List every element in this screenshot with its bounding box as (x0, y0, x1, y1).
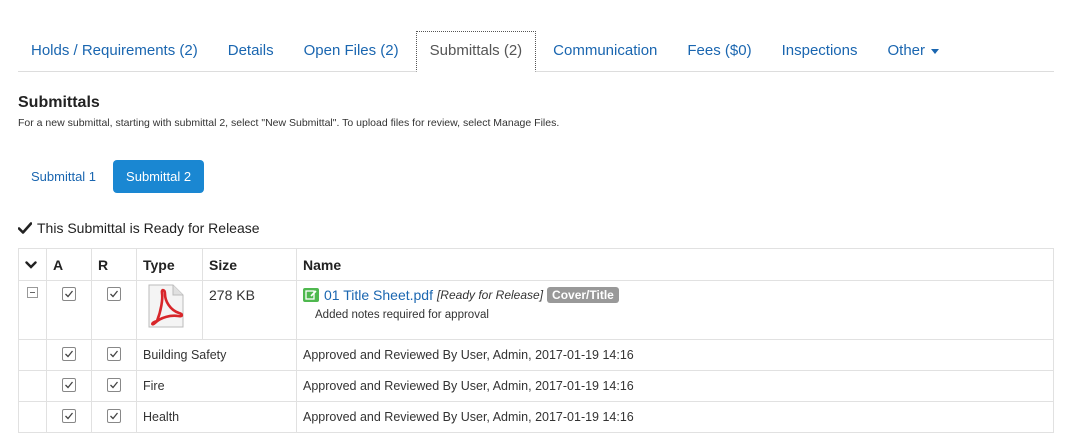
tab-fees[interactable]: Fees ($0) (674, 31, 764, 71)
check-icon (65, 412, 74, 419)
submittal-tabs: Submittal 1 Submittal 2 (18, 160, 208, 193)
review-checkbox[interactable] (107, 377, 121, 392)
chevron-down-icon (25, 260, 37, 269)
tab-communication[interactable]: Communication (540, 31, 670, 71)
collapse-cell (18, 280, 47, 340)
column-header-r: R (91, 248, 137, 281)
r-cell (91, 401, 137, 433)
a-cell (46, 280, 92, 340)
file-name-link[interactable]: 01 Title Sheet.pdf (324, 287, 433, 303)
r-cell (91, 339, 137, 371)
ready-message: This Submittal is Ready for Release (37, 220, 260, 236)
column-header-name: Name (296, 248, 1054, 281)
empty-cell (18, 401, 47, 433)
column-header-type: Type (136, 248, 203, 281)
check-icon (110, 350, 119, 357)
a-cell (46, 401, 92, 433)
review-result-cell: Approved and Reviewed By User, Admin, 20… (296, 370, 1054, 402)
review-row: Health Approved and Reviewed By User, Ad… (18, 401, 1054, 433)
check-icon (65, 381, 74, 388)
file-name-line: 01 Title Sheet.pdf [Ready for Release] C… (303, 287, 1047, 303)
review-row: Building Safety Approved and Reviewed By… (18, 339, 1054, 371)
tab-inspections[interactable]: Inspections (769, 31, 871, 71)
checkmark-icon (18, 222, 32, 234)
file-status: [Ready for Release] (436, 288, 544, 302)
approve-checkbox[interactable] (62, 377, 76, 392)
caret-down-icon (931, 48, 939, 54)
department-cell: Building Safety (136, 339, 297, 371)
review-checkbox[interactable] (107, 346, 121, 361)
tab-open-files[interactable]: Open Files (2) (291, 31, 412, 71)
check-icon (110, 412, 119, 419)
check-icon (65, 290, 74, 298)
tab-details[interactable]: Details (215, 31, 287, 71)
review-checkbox[interactable] (107, 287, 121, 301)
a-cell (46, 339, 92, 371)
check-icon (110, 290, 119, 298)
submittal-2-tab[interactable]: Submittal 2 (113, 160, 205, 193)
review-result-cell: Approved and Reviewed By User, Admin, 20… (296, 339, 1054, 371)
a-cell (46, 370, 92, 402)
tab-other-label: Other (887, 42, 925, 59)
collapse-icon[interactable] (27, 287, 38, 298)
file-category-badge: Cover/Title (547, 287, 619, 303)
file-row: 278 KB 01 Title Sheet.pdf [Ready for Rel… (18, 280, 1054, 340)
department-cell: Health (136, 401, 297, 433)
tab-other-dropdown[interactable]: Other (874, 31, 952, 71)
empty-cell (18, 370, 47, 402)
column-header-a: A (46, 248, 92, 281)
empty-cell (18, 339, 47, 371)
review-result-cell: Approved and Reviewed By User, Admin, 20… (296, 401, 1054, 433)
submittal-1-tab[interactable]: Submittal 1 (18, 160, 109, 193)
column-header-size: Size (202, 248, 297, 281)
size-cell: 278 KB (202, 280, 297, 340)
tab-submittals[interactable]: Submittals (2) (415, 31, 537, 72)
type-cell (136, 280, 203, 340)
submittal-files-table: A R Type Size Name 278 KB 01 Title Sheet… (18, 248, 1054, 433)
approve-checkbox[interactable] (62, 408, 76, 423)
r-cell (91, 370, 137, 402)
section-description: For a new submittal, starting with submi… (18, 117, 560, 129)
tab-holds-requirements[interactable]: Holds / Requirements (2) (18, 31, 211, 71)
file-edit-icon[interactable] (303, 288, 319, 302)
review-checkbox[interactable] (107, 408, 121, 423)
table-header-row: A R Type Size Name (18, 248, 1054, 281)
file-notes: Added notes required for approval (315, 309, 489, 321)
name-cell: 01 Title Sheet.pdf [Ready for Release] C… (296, 280, 1054, 340)
approve-checkbox[interactable] (62, 346, 76, 361)
check-icon (110, 381, 119, 388)
ready-status: This Submittal is Ready for Release (18, 220, 260, 236)
approve-checkbox[interactable] (62, 287, 76, 301)
section-title: Submittals (18, 94, 100, 111)
toggle-all-header[interactable] (18, 248, 47, 281)
tab-bar: Holds / Requirements (2) Details Open Fi… (18, 31, 1054, 72)
review-row: Fire Approved and Reviewed By User, Admi… (18, 370, 1054, 402)
pdf-icon[interactable] (143, 283, 187, 329)
department-cell: Fire (136, 370, 297, 402)
pencil-icon (305, 290, 317, 300)
r-cell (91, 280, 137, 340)
check-icon (65, 350, 74, 357)
